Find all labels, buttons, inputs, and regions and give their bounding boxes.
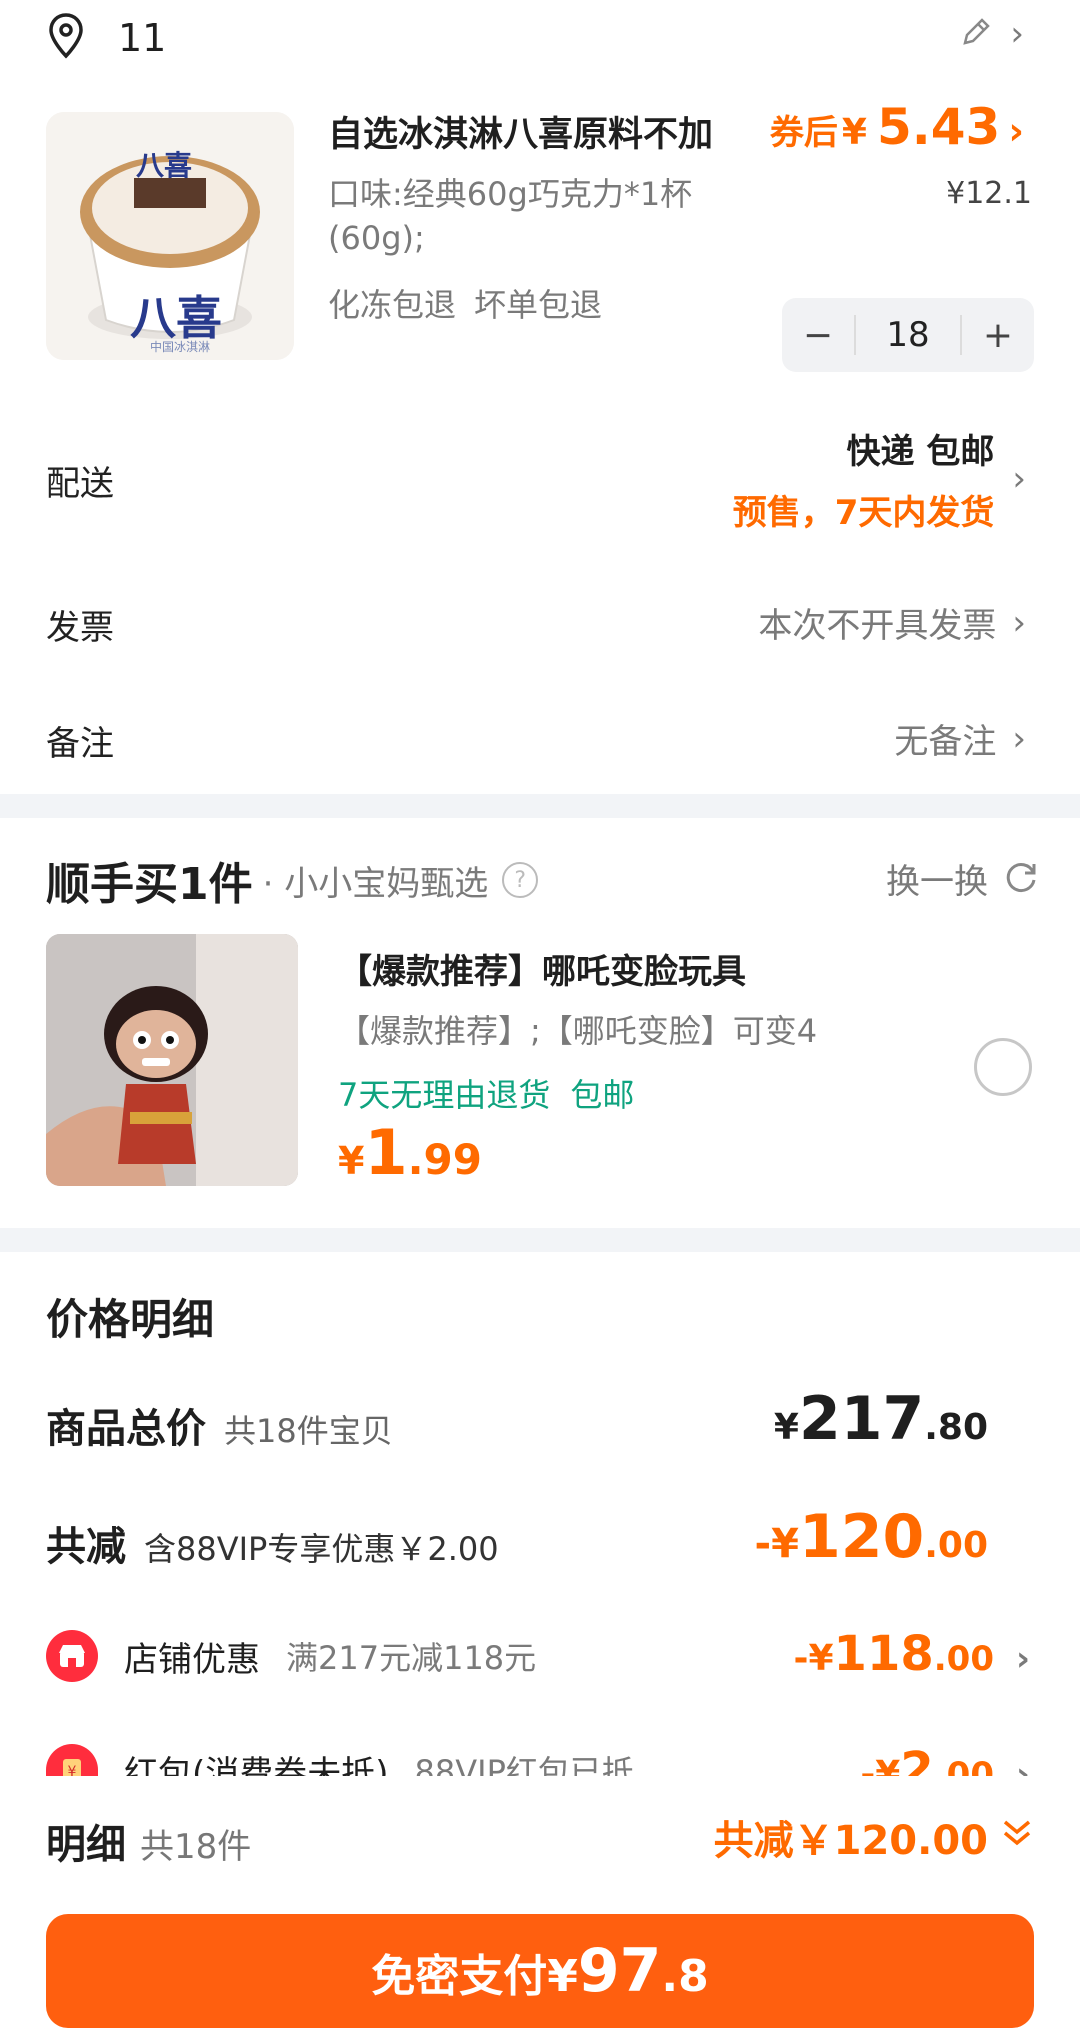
shunshou-title-a: 顺手买 bbox=[46, 859, 178, 910]
shop-discount-row[interactable]: 店铺优惠 满217元减118元 bbox=[46, 1630, 536, 1682]
section-divider bbox=[0, 794, 1080, 818]
detail-count: 共18件 bbox=[140, 1827, 252, 1867]
reduce-label: 共减 bbox=[46, 1524, 126, 1570]
total-price-amount: ¥ 217 .80 bbox=[774, 1384, 988, 1454]
total-reduce-toggle[interactable]: 共减￥120.00 bbox=[714, 1808, 1034, 1866]
reduce-dec: .00 bbox=[924, 1525, 988, 1566]
product-image-brand: 八喜 bbox=[136, 149, 193, 182]
toy-return-policy: 7天无理由退货 bbox=[338, 1076, 551, 1114]
quantity-value[interactable]: 18 bbox=[854, 315, 962, 355]
reduce-int: 120 bbox=[798, 1502, 925, 1572]
product-image-small-text: 中国冰淇淋 bbox=[150, 340, 211, 354]
toy-price-int: 1 bbox=[364, 1116, 408, 1189]
toy-price: ¥ 1 .99 bbox=[338, 1116, 482, 1189]
invoice-value: 本次不开具发票 bbox=[758, 606, 997, 646]
toy-services: 7天无理由退货 包邮 bbox=[338, 1070, 634, 1116]
chevron-right-icon: › bbox=[1012, 459, 1026, 499]
shop-icon bbox=[46, 1630, 98, 1682]
product-variant[interactable]: 口味:经典60g巧克力*1杯(60g); bbox=[328, 172, 748, 260]
reduce-sub: 含88VIP专享优惠￥2.00 bbox=[144, 1530, 499, 1568]
chevron-right-icon: › bbox=[1010, 14, 1024, 54]
location-pin-icon bbox=[46, 12, 86, 64]
chevron-right-icon: › bbox=[1015, 1639, 1030, 1679]
coupon-price-currency: ¥ bbox=[841, 112, 867, 153]
shop-discount-sub: 满217元减118元 bbox=[286, 1639, 537, 1677]
shop-int: 118 bbox=[833, 1626, 934, 1682]
chevron-right-icon: › bbox=[1008, 109, 1024, 153]
pay-button[interactable]: 免密支付¥ 97 .8 bbox=[46, 1914, 1034, 2028]
refresh-icon bbox=[1002, 858, 1040, 900]
product-services: 化冻包退 坏单包退 bbox=[328, 280, 602, 326]
quantity-stepper[interactable]: − 18 + bbox=[782, 298, 1034, 372]
invoice-label: 发票 bbox=[46, 608, 114, 648]
reduce-row: 共减 含88VIP专享优惠￥2.00 bbox=[46, 1514, 499, 1572]
shop-dec: .00 bbox=[933, 1639, 994, 1679]
service-thaw-refund: 化冻包退 bbox=[328, 286, 457, 324]
coupon-price-value: 5.43 bbox=[876, 98, 1001, 156]
shop-discount-amount[interactable]: -¥ 118 .00 › bbox=[794, 1626, 1030, 1682]
delivery-note: 预售，7天内发货 bbox=[732, 493, 995, 533]
pay-int: 97 bbox=[577, 1936, 662, 2006]
remark-value: 无备注 bbox=[894, 722, 997, 762]
chevron-right-icon: › bbox=[1012, 718, 1026, 759]
address-row[interactable]: 11 bbox=[46, 6, 166, 70]
pay-label: 免密支付¥ bbox=[371, 1951, 578, 2002]
toy-title[interactable]: 【爆款推荐】哪吒变脸玩具 bbox=[338, 944, 746, 993]
toy-description: 【爆款推荐】;【哪吒变脸】可变4 bbox=[338, 1012, 818, 1050]
product-title[interactable]: 自选冰淇淋八喜原料不加 bbox=[328, 106, 748, 157]
service-broken-refund: 坏单包退 bbox=[474, 286, 603, 324]
detail-summary[interactable]: 明细 共18件 bbox=[46, 1812, 251, 1870]
shop-discount-label: 店铺优惠 bbox=[124, 1639, 260, 1680]
toy-select-radio[interactable] bbox=[974, 1038, 1032, 1096]
shunshou-title-b: 1件 bbox=[178, 859, 253, 910]
delivery-method: 快递 包邮 bbox=[846, 432, 995, 472]
reduce-prefix: -¥ bbox=[754, 1521, 799, 1567]
shunshou-subtitle: · 小小宝妈甄选 bbox=[262, 863, 489, 904]
toy-image[interactable] bbox=[46, 934, 298, 1186]
detail-label: 明细 bbox=[46, 1822, 126, 1868]
increase-button[interactable]: + bbox=[962, 315, 1034, 356]
toy-free-shipping: 包邮 bbox=[570, 1076, 635, 1114]
edit-address-button[interactable]: › bbox=[958, 14, 1024, 54]
coupon-price-label: 券后 bbox=[769, 113, 838, 153]
toy-price-dec: .99 bbox=[407, 1135, 482, 1184]
reduce-amount: -¥ 120 .00 bbox=[755, 1502, 988, 1572]
total-currency: ¥ bbox=[773, 1407, 799, 1448]
total-price-row: 商品总价 共18件宝贝 bbox=[46, 1396, 393, 1454]
total-price-label: 商品总价 bbox=[46, 1406, 206, 1452]
address-text: 11 bbox=[118, 16, 167, 60]
chevron-right-icon: › bbox=[1012, 602, 1026, 643]
decrease-button[interactable]: − bbox=[782, 315, 854, 356]
price-detail-title: 价格明细 bbox=[46, 1295, 215, 1344]
refresh-button[interactable]: 换一换 bbox=[886, 854, 1040, 903]
total-int: 217 bbox=[798, 1384, 925, 1454]
product-image[interactable]: 八喜 八喜 中国冰淇淋 bbox=[46, 112, 294, 360]
double-chevron-down-icon bbox=[1000, 1814, 1034, 1860]
delivery-label: 配送 bbox=[46, 464, 114, 504]
shunshou-header: 顺手买 1件 · 小小宝妈甄选 ? bbox=[46, 848, 539, 912]
toy-price-currency: ¥ bbox=[338, 1139, 365, 1183]
edit-pencil-icon bbox=[958, 14, 994, 54]
pay-dec: .8 bbox=[661, 1951, 709, 2002]
help-icon[interactable]: ? bbox=[502, 862, 539, 898]
invoice-row[interactable]: 本次不开具发票 › bbox=[758, 598, 1026, 647]
section-divider bbox=[0, 1228, 1080, 1252]
remark-label: 备注 bbox=[46, 724, 114, 764]
delivery-row[interactable]: 快递 包邮 预售，7天内发货 › bbox=[733, 424, 1026, 534]
total-dec: .80 bbox=[924, 1407, 988, 1448]
remark-row[interactable]: 无备注 › bbox=[894, 714, 1026, 763]
shop-prefix: -¥ bbox=[793, 1638, 834, 1679]
refresh-label: 换一换 bbox=[886, 862, 988, 902]
total-reduce-text: 共减￥120.00 bbox=[713, 1818, 988, 1864]
original-price: ¥12.1 bbox=[946, 176, 1032, 211]
coupon-price[interactable]: 券后 ¥ 5.43 › bbox=[770, 98, 1024, 156]
total-price-sub: 共18件宝贝 bbox=[224, 1412, 393, 1450]
